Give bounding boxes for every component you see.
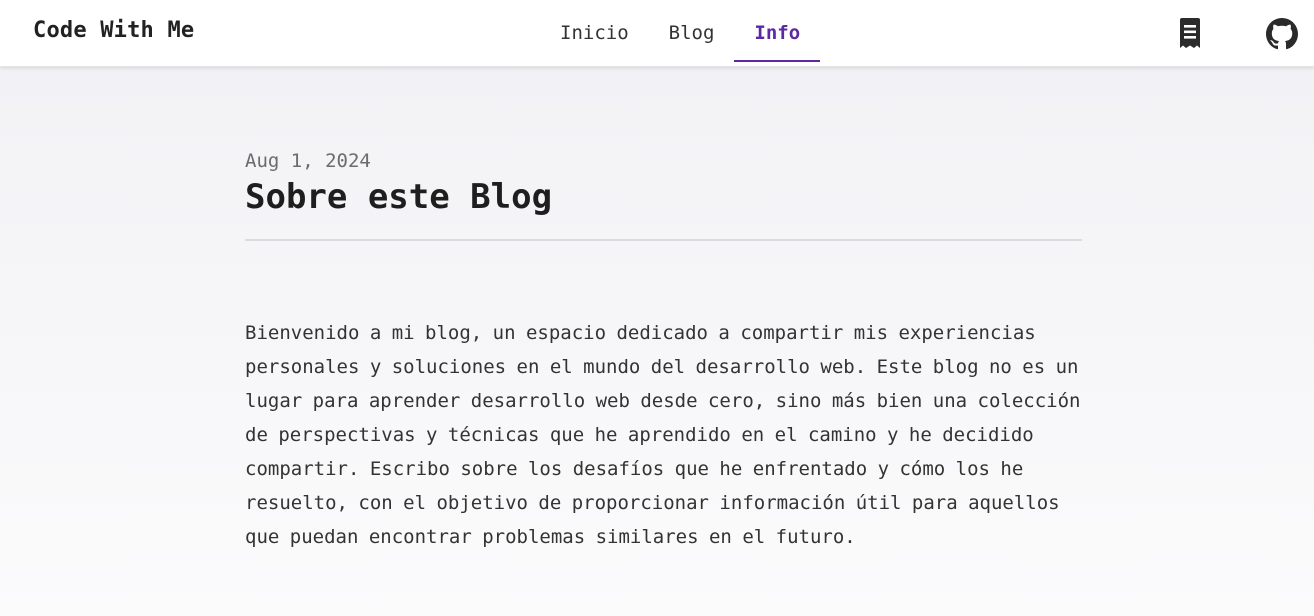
title-divider [245, 239, 1082, 241]
site-brand-link[interactable]: Code With Me [33, 18, 194, 43]
post-title: Sobre este Blog [245, 177, 553, 217]
post-content: Aug 1, 2024 Sobre este Blog Bienvenido a… [245, 148, 1082, 554]
nav-item-info[interactable]: Info [734, 0, 820, 66]
post-date: Aug 1, 2024 [245, 150, 371, 172]
receipt-icon[interactable] [1173, 17, 1207, 51]
nav-item-inicio[interactable]: Inicio [540, 0, 649, 66]
post-body: Bienvenido a mi blog, un espacio dedicad… [245, 322, 1081, 548]
top-navbar: Code With Me Inicio Blog Info [0, 0, 1314, 67]
nav-item-blog[interactable]: Blog [649, 0, 735, 66]
github-icon[interactable] [1265, 17, 1299, 51]
main-nav: Inicio Blog Info [540, 0, 820, 66]
